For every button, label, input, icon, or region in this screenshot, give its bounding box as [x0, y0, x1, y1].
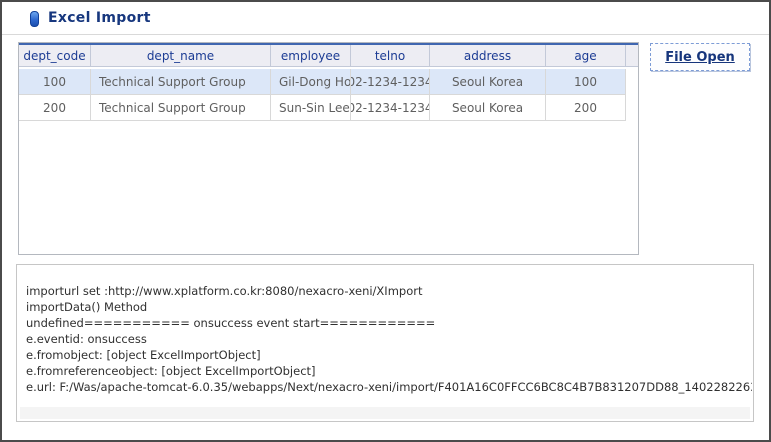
- excel-import-window: Excel Import dept_code dept_name employe…: [0, 0, 771, 442]
- cell-dept-name: Technical Support Group: [91, 95, 271, 121]
- cell-telno: 02-1234-1234: [351, 69, 430, 95]
- grid-body: 100 Technical Support Group Gil-Dong Ho …: [19, 69, 638, 121]
- column-header-spare: [626, 45, 638, 66]
- log-line: e.fromreferenceobject: [object ExcelImpo…: [26, 363, 752, 379]
- log-lines: importurl set :http://www.xplatform.co.k…: [26, 283, 752, 395]
- title-bar: Excel Import: [2, 2, 769, 35]
- cell-dept-code: 100: [19, 69, 91, 95]
- log-textarea[interactable]: importurl set :http://www.xplatform.co.k…: [16, 264, 754, 422]
- column-header-employee[interactable]: employee: [271, 45, 351, 66]
- column-header-address[interactable]: address: [430, 45, 546, 66]
- column-header-age[interactable]: age: [546, 45, 626, 66]
- column-header-telno[interactable]: telno: [351, 45, 430, 66]
- log-line: importurl set :http://www.xplatform.co.k…: [26, 283, 752, 299]
- title-bullet-icon: [30, 11, 39, 27]
- log-line: e.eventid: onsuccess: [26, 331, 752, 347]
- log-line: e.fromobject: [object ExcelImportObject]: [26, 347, 752, 363]
- cell-address: Seoul Korea: [430, 69, 546, 95]
- cell-employee: Gil-Dong Ho: [271, 69, 351, 95]
- grid-header-row: dept_code dept_name employee telno addre…: [19, 43, 638, 67]
- table-row[interactable]: 100 Technical Support Group Gil-Dong Ho …: [19, 69, 638, 95]
- log-line: e.url: F:/Was/apache-tomcat-6.0.35/webap…: [26, 379, 752, 395]
- log-line: importData() Method: [26, 299, 752, 315]
- cell-dept-name: Technical Support Group: [91, 69, 271, 95]
- log-line: undefined=========== onsuccess event sta…: [26, 315, 752, 331]
- horizontal-scrollbar[interactable]: [20, 407, 750, 419]
- cell-address: Seoul Korea: [430, 95, 546, 121]
- cell-age: 100: [546, 69, 626, 95]
- column-header-dept-code[interactable]: dept_code: [19, 45, 91, 66]
- excel-import-grid: dept_code dept_name employee telno addre…: [18, 42, 639, 255]
- file-open-button[interactable]: File Open: [650, 43, 750, 71]
- page-title: Excel Import: [48, 10, 151, 26]
- cell-telno: 02-1234-1234: [351, 95, 430, 121]
- cell-age: 200: [546, 95, 626, 121]
- column-header-dept-name[interactable]: dept_name: [91, 45, 271, 66]
- cell-employee: Sun-Sin Lee: [271, 95, 351, 121]
- table-row[interactable]: 200 Technical Support Group Sun-Sin Lee …: [19, 95, 638, 121]
- cell-dept-code: 200: [19, 95, 91, 121]
